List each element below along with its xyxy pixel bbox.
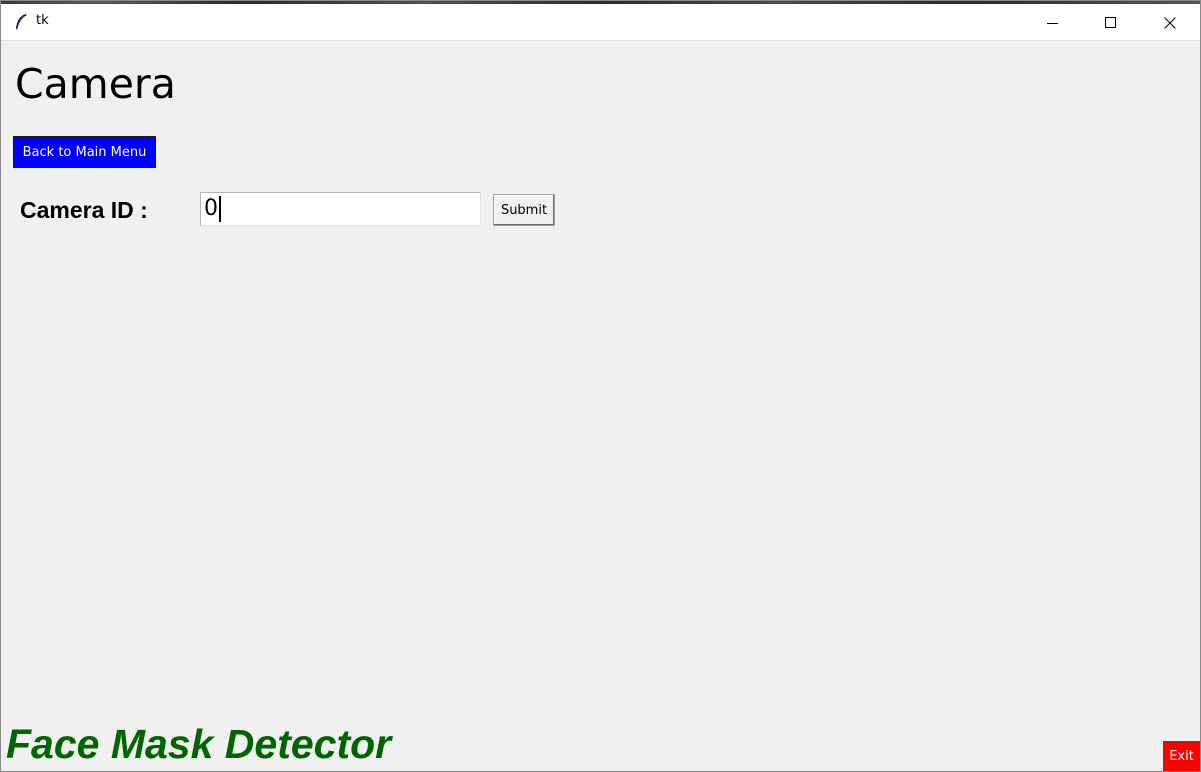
content-area: Camera Back to Main Menu Camera ID : 0 S… (1, 42, 1200, 771)
title-bar[interactable]: tk (1, 4, 1200, 41)
camera-id-input[interactable]: 0 (200, 192, 481, 226)
maximize-icon (1105, 16, 1117, 29)
submit-button[interactable]: Submit (493, 194, 555, 226)
minimize-icon (1047, 17, 1059, 29)
window-title: tk (36, 13, 49, 28)
app-window: tk Camera Back to Main Menu Camera ID : … (0, 0, 1201, 772)
exit-button[interactable]: Exit (1163, 741, 1200, 771)
close-button[interactable] (1141, 4, 1199, 41)
close-icon (1164, 16, 1176, 29)
maximize-button[interactable] (1082, 4, 1140, 41)
minimize-button[interactable] (1024, 4, 1082, 41)
camera-id-label: Camera ID : (20, 197, 148, 223)
camera-id-input-value: 0 (204, 196, 218, 221)
text-caret (219, 196, 221, 222)
page-title: Camera (15, 60, 176, 108)
footer-app-title: Face Mask Detector (6, 721, 392, 767)
feather-icon (13, 13, 29, 31)
back-to-main-menu-button[interactable]: Back to Main Menu (13, 136, 156, 168)
